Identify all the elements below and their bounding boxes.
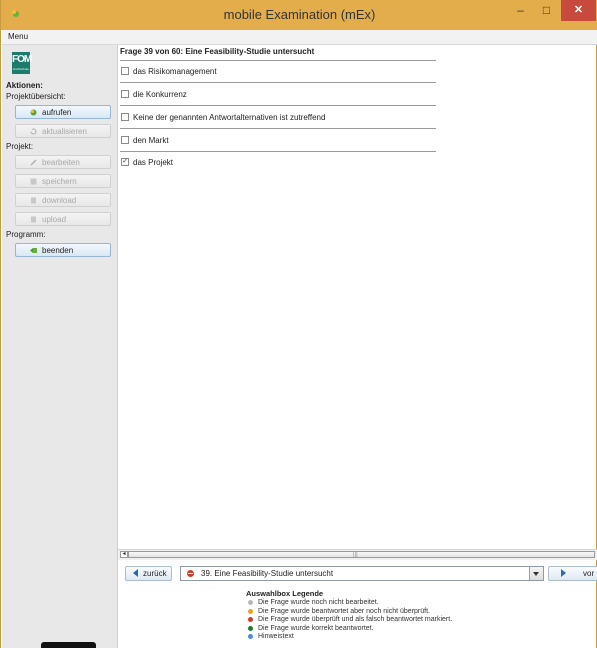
download-icon [31, 197, 36, 204]
upload-icon [31, 216, 36, 223]
sidebar: FOM Hochschule Aktionen: Projektübersich… [2, 45, 118, 648]
arrow-right-icon [561, 569, 566, 577]
scroll-left-button[interactable]: ◂ [120, 551, 128, 558]
divider [120, 82, 436, 83]
legend-item: Hinweistext [246, 633, 452, 642]
upload-button[interactable]: upload [15, 212, 111, 226]
title-bar: mobile Examination (mEx) – □ ✕ [1, 0, 597, 30]
edit-icon [30, 159, 37, 166]
beenden-button[interactable]: beenden [15, 243, 111, 257]
close-button[interactable]: ✕ [561, 0, 596, 21]
question-header: Frage 39 von 60: Eine Feasibility-Studie… [120, 47, 315, 56]
status-wrong-icon [187, 570, 194, 577]
question-select[interactable]: 39. Eine Feasibility-Studie untersucht [180, 566, 544, 581]
taskbar-item [41, 642, 96, 648]
logo-subtext: Hochschule [13, 67, 29, 71]
forward-button[interactable]: vor [548, 566, 597, 581]
legend-text: Die Frage wurde korrekt beantwortet. [258, 624, 374, 632]
status-dot-icon [248, 608, 253, 614]
status-dot-icon [248, 600, 253, 605]
legend-item: Die Frage wurde überprüft und als falsch… [246, 616, 452, 625]
projekt-heading: Projekt: [6, 142, 34, 151]
checkbox[interactable] [121, 136, 129, 144]
option-label: das Risikomanagement [133, 67, 217, 76]
option-label: Keine der genannten Antwortalternativen … [133, 113, 326, 122]
download-label: download [42, 196, 77, 205]
speichern-button[interactable]: speichern [15, 174, 111, 188]
maximize-button[interactable]: □ [534, 0, 559, 21]
arrow-left-icon [133, 569, 138, 577]
app-window: mobile Examination (mEx) – □ ✕ Menu FOM … [0, 0, 597, 648]
option-label: den Markt [133, 136, 169, 145]
fom-logo: FOM Hochschule [12, 52, 32, 74]
scroll-thumb[interactable]: ||| [128, 551, 595, 558]
exit-icon [30, 248, 37, 253]
menu-bar: Menu [2, 30, 597, 45]
aktionen-heading: Aktionen: [6, 81, 43, 90]
selected-question: 39. Eine Feasibility-Studie untersucht [201, 569, 334, 578]
divider [120, 128, 436, 129]
divider [120, 60, 436, 61]
aufrufen-button[interactable]: aufrufen [15, 105, 111, 119]
aktualisieren-label: aktualisieren [42, 127, 87, 136]
menu-item[interactable]: Menu [8, 32, 28, 41]
logo-text: FOM [12, 54, 32, 65]
forward-label: vor [583, 569, 595, 578]
programm-heading: Programm: [6, 230, 46, 239]
legend-text: Die Frage wurde beantwortet aber noch ni… [258, 607, 430, 615]
option-label: das Projekt [133, 158, 174, 167]
download-button[interactable]: download [15, 193, 111, 207]
checkbox[interactable] [121, 113, 129, 121]
save-icon [30, 178, 37, 185]
legend-text: Hinweistext [258, 633, 294, 640]
beenden-label: beenden [42, 246, 74, 255]
divider [120, 105, 436, 106]
checkbox-checked[interactable]: ✓ [121, 158, 129, 166]
legend-item: Die Frage wurde noch nicht bearbeitet. [246, 599, 452, 608]
chevron-down-icon[interactable] [529, 567, 543, 580]
status-dot-icon [248, 634, 253, 639]
aufrufen-label: aufrufen [42, 108, 72, 117]
checkbox[interactable] [121, 90, 129, 98]
legend-item: Die Frage wurde korrekt beantwortet. [246, 625, 452, 634]
legend-title: Auswahlbox Legende [246, 589, 324, 598]
back-button[interactable]: zurück [125, 566, 172, 581]
legend-item: Die Frage wurde beantwortet aber noch ni… [246, 608, 452, 617]
legend: Auswahlbox Legende Die Frage wurde noch … [246, 589, 452, 642]
projektuebersicht-heading: Projektübersicht: [6, 92, 66, 101]
divider [120, 151, 436, 152]
refresh-icon [30, 128, 37, 135]
status-dot-icon [248, 617, 253, 622]
speichern-label: speichern [42, 177, 77, 186]
bearbeiten-label: bearbeiten [42, 158, 80, 167]
option-label: die Konkurrenz [133, 90, 187, 99]
back-label: zurück [143, 569, 167, 578]
status-dot-icon [248, 625, 253, 631]
checkbox[interactable] [121, 67, 129, 75]
aktualisieren-button[interactable]: aktualisieren [15, 124, 111, 138]
horizontal-scrollbar[interactable]: ◂ ||| [118, 549, 597, 560]
question-navigation: zurück 39. Eine Feasibility-Studie unter… [118, 562, 597, 584]
legend-text: Die Frage wurde noch nicht bearbeitet. [258, 599, 379, 606]
scroll-grip: ||| [353, 552, 358, 558]
minimize-button[interactable]: – [508, 0, 533, 21]
bearbeiten-button[interactable]: bearbeiten [15, 155, 111, 169]
open-project-icon [30, 109, 37, 116]
upload-label: upload [42, 215, 67, 224]
legend-text: Die Frage wurde überprüft und als falsch… [258, 616, 453, 623]
